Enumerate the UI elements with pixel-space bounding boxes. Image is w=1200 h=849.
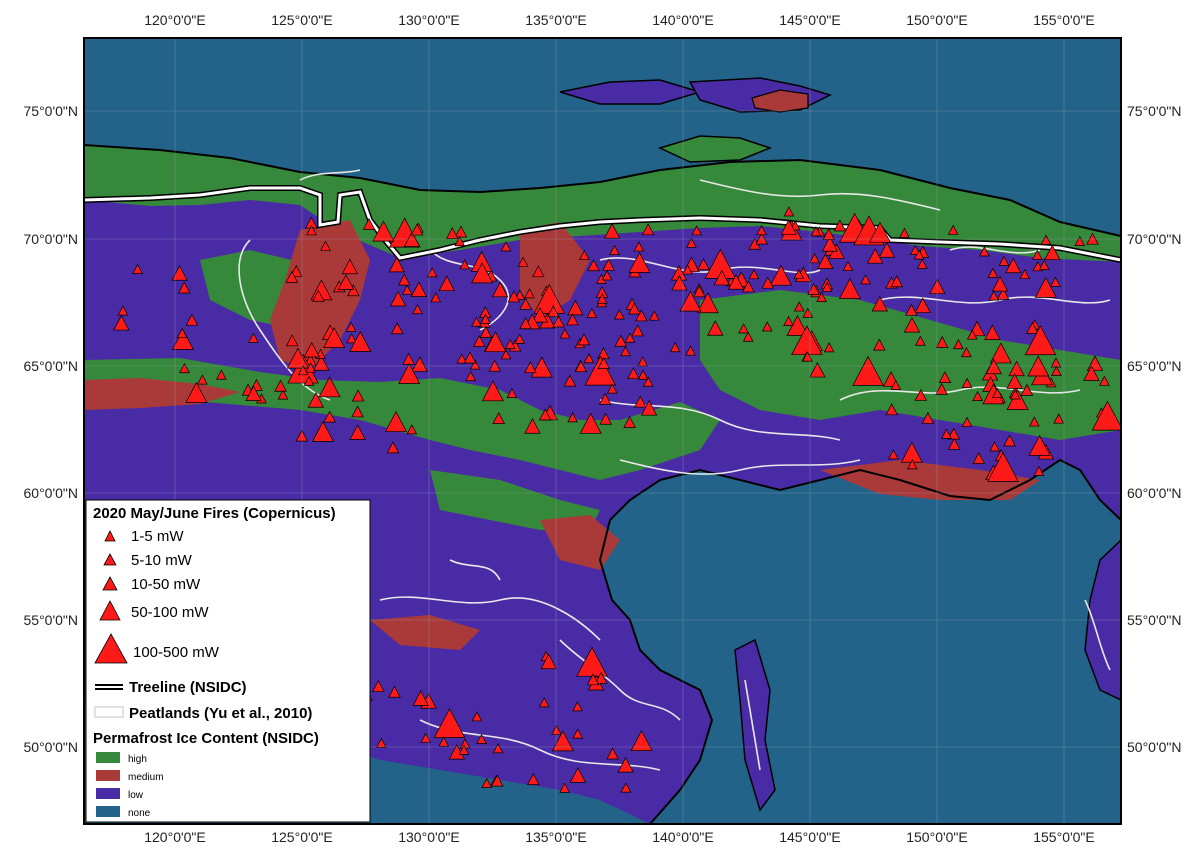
lon-label: 120°0'0"E xyxy=(144,12,206,28)
fire-class-1-label: 1-5 mW xyxy=(131,528,184,545)
permafrost-title: Permafrost Ice Content (NSIDC) xyxy=(93,730,319,747)
lon-label: 125°0'0"E xyxy=(271,829,333,845)
lat-labels-left: 75°0'0"N 70°0'0"N 65°0'0"N 60°0'0"N 55°0… xyxy=(24,103,79,755)
lon-label: 140°0'0"E xyxy=(652,12,714,28)
lon-label: 135°0'0"E xyxy=(525,12,587,28)
lon-label: 145°0'0"E xyxy=(779,829,841,845)
lat-label: 55°0'0"N xyxy=(24,612,79,628)
lat-label: 50°0'0"N xyxy=(1127,739,1182,755)
legend-fires-title: 2020 May/June Fires (Copernicus) xyxy=(93,505,336,522)
permafrost-medium-label: medium xyxy=(128,772,164,783)
fire-class-5-label: 100-500 mW xyxy=(133,644,220,661)
lon-label: 150°0'0"E xyxy=(906,829,968,845)
permafrost-medium-swatch xyxy=(96,770,120,781)
lon-label: 135°0'0"E xyxy=(525,829,587,845)
fire-class-3-label: 10-50 mW xyxy=(131,576,201,593)
lon-label: 155°0'0"E xyxy=(1033,829,1095,845)
lon-label: 155°0'0"E xyxy=(1033,12,1095,28)
permafrost-low-label: low xyxy=(128,790,144,801)
lat-label: 75°0'0"N xyxy=(24,103,79,119)
permafrost-high-label: high xyxy=(128,754,147,765)
fire-class-2-label: 5-10 mW xyxy=(131,552,193,569)
peatlands-swatch xyxy=(94,706,124,718)
fire-class-4-label: 50-100 mW xyxy=(131,604,209,621)
permafrost-none-label: none xyxy=(128,808,151,819)
permafrost-high-swatch xyxy=(96,752,120,763)
lon-labels-bottom: 120°0'0"E 125°0'0"E 130°0'0"E 135°0'0"E … xyxy=(144,829,1095,845)
lon-label: 120°0'0"E xyxy=(144,829,206,845)
treeline-label: Treeline (NSIDC) xyxy=(129,679,247,696)
peatlands-label: Peatlands (Yu et al., 2010) xyxy=(129,705,312,722)
lat-label: 70°0'0"N xyxy=(1127,231,1182,247)
lon-labels-top: 120°0'0"E 125°0'0"E 130°0'0"E 135°0'0"E … xyxy=(144,12,1095,28)
lat-label: 60°0'0"N xyxy=(24,485,79,501)
permafrost-low-swatch xyxy=(96,788,120,799)
lon-label: 145°0'0"E xyxy=(779,12,841,28)
lon-label: 140°0'0"E xyxy=(652,829,714,845)
lat-labels-right: 75°0'0"N 70°0'0"N 65°0'0"N 60°0'0"N 55°0… xyxy=(1127,103,1182,755)
lat-label: 55°0'0"N xyxy=(1127,612,1182,628)
permafrost-fire-map: 120°0'0"E 125°0'0"E 130°0'0"E 135°0'0"E … xyxy=(24,12,1182,845)
lon-label: 130°0'0"E xyxy=(398,12,460,28)
lat-label: 75°0'0"N xyxy=(1127,103,1182,119)
lat-label: 65°0'0"N xyxy=(24,358,79,374)
lat-label: 60°0'0"N xyxy=(1127,485,1182,501)
lon-label: 130°0'0"E xyxy=(398,829,460,845)
lon-label: 125°0'0"E xyxy=(271,12,333,28)
lat-label: 70°0'0"N xyxy=(24,231,79,247)
lat-label: 65°0'0"N xyxy=(1127,358,1182,374)
legend: 2020 May/June Fires (Copernicus) 1-5 mW … xyxy=(85,499,371,823)
lat-label: 50°0'0"N xyxy=(24,739,79,755)
permafrost-none-swatch xyxy=(96,806,120,817)
lon-label: 150°0'0"E xyxy=(906,12,968,28)
